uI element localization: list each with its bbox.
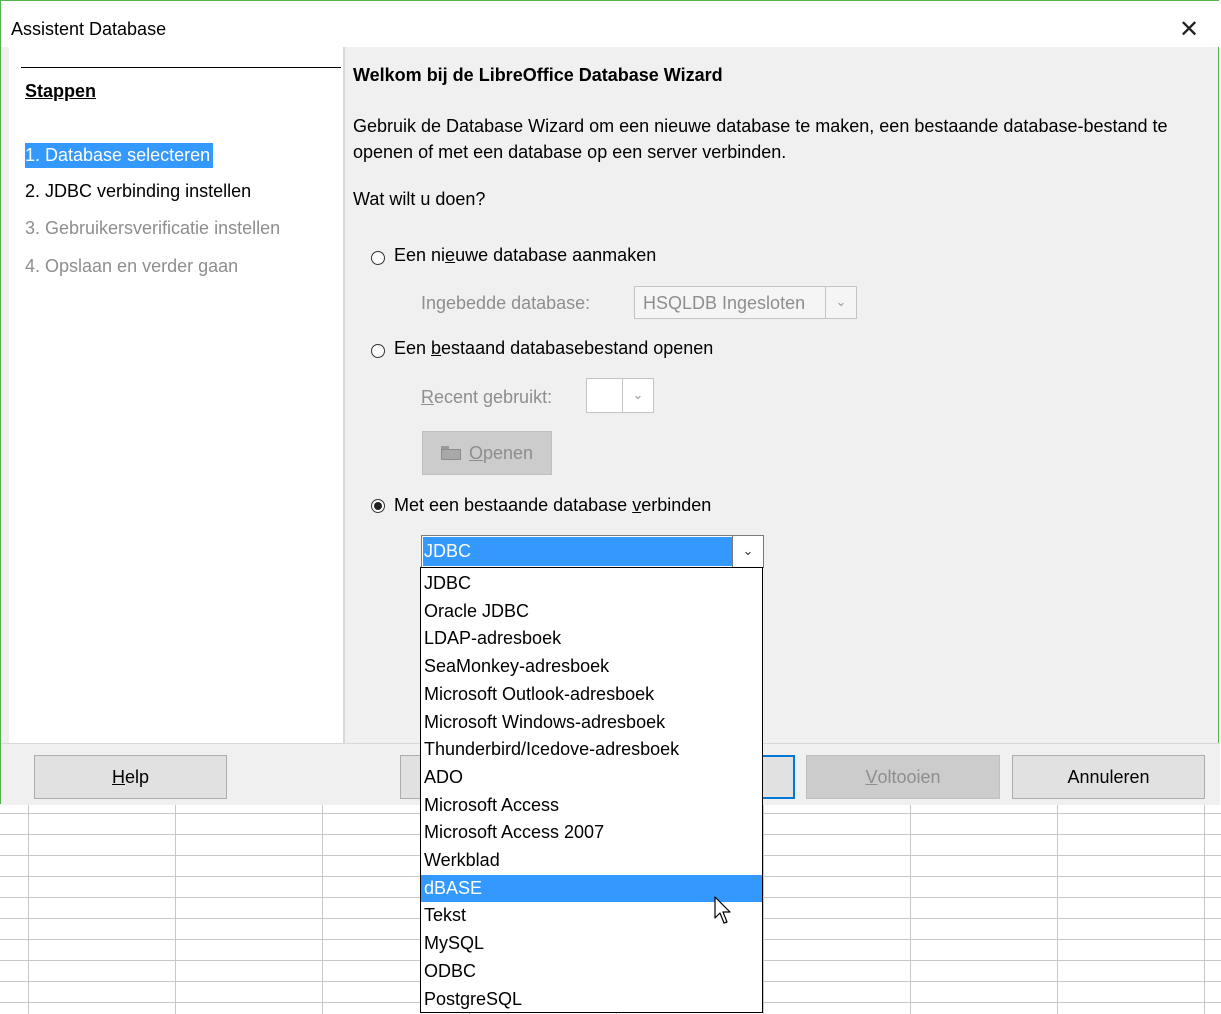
recent-used-label: Recent gebruikt: — [421, 387, 552, 408]
dropdown-option[interactable]: dBASE — [421, 874, 762, 903]
steps-divider — [21, 67, 341, 68]
dropdown-option[interactable]: Thunderbird/Icedove-adresboek — [421, 736, 762, 764]
embedded-database-value: HSQLDB Ingesloten — [643, 293, 806, 313]
dropdown-option[interactable]: ODBC — [421, 958, 762, 986]
open-button: Openen — [422, 431, 552, 475]
panel-divider — [343, 47, 345, 743]
chevron-down-icon[interactable]: ⌄ — [732, 536, 763, 567]
label-part: ecent gebruikt: — [434, 387, 553, 407]
radio-connect-existing-database-label[interactable]: Met een bestaande database verbinden — [394, 495, 711, 516]
dropdown-option[interactable]: Tekst — [421, 902, 762, 930]
step-gebruikersverificatie: 3. Gebruikersverificatie instellen — [25, 218, 281, 238]
label-mnemonic: e — [445, 245, 456, 265]
label-part: Een — [394, 338, 432, 358]
dropdown-option[interactable]: Microsoft Access — [421, 792, 762, 820]
recent-used-select: ⌄ — [586, 378, 654, 413]
radio-new-database-label[interactable]: Een nieuwe database aanmaken — [394, 245, 656, 266]
question-label: Wat wilt u doen? — [353, 189, 486, 209]
label-part: estaand databasebestand openen — [441, 338, 714, 358]
label-mnemonic: R — [421, 387, 434, 407]
dropdown-option[interactable]: PostgreSQL — [421, 986, 762, 1014]
intro-text: Gebruik de Database Wizard om een nieuwe… — [353, 116, 1168, 162]
step-database-selecteren[interactable]: 1. Database selecteren — [25, 143, 214, 168]
chevron-down-icon: ⌄ — [825, 287, 856, 318]
label-part: Een ni — [394, 245, 446, 265]
dropdown-option[interactable]: SeaMonkey-adresboek — [421, 653, 762, 681]
step-jdbc-verbinding[interactable]: 2. JDBC verbinding instellen — [25, 181, 251, 202]
dropdown-option[interactable]: Werkblad — [421, 847, 762, 875]
close-icon[interactable]: ✕ — [1167, 13, 1211, 45]
finish-button: Voltooien — [806, 755, 1000, 799]
steps-title: Stappen — [25, 81, 97, 101]
database-type-value: JDBC — [423, 537, 733, 566]
database-type-dropdown-list[interactable]: JDBC Oracle JDBC LDAP-adresboek SeaMonkey-a… — [420, 567, 763, 1013]
database-type-select[interactable]: JDBC ⌄ — [421, 535, 764, 568]
dropdown-option[interactable]: Microsoft Outlook-adresboek — [421, 681, 762, 709]
label-mnemonic: b — [431, 338, 442, 358]
step-opslaan: 4. Opslaan en verder gaan — [25, 256, 239, 276]
help-button[interactable]: Help — [34, 755, 227, 799]
label-part: erbinden — [641, 495, 712, 515]
window-title: Assistent Database — [11, 19, 167, 39]
dropdown-option[interactable]: MySQL — [421, 930, 762, 958]
radio-new-database[interactable] — [371, 251, 385, 265]
dropdown-option[interactable]: Microsoft Access 2007 — [421, 819, 762, 847]
label-part: Met een bestaande database — [394, 495, 633, 515]
dropdown-option[interactable]: JDBC — [421, 570, 762, 598]
dropdown-option[interactable]: Microsoft Windows-adresboek — [421, 709, 762, 737]
radio-connect-existing-database[interactable] — [371, 499, 385, 513]
cancel-button[interactable]: Annuleren — [1012, 755, 1205, 799]
label-mnemonic: v — [632, 495, 642, 515]
open-button-label: Openen — [468, 442, 534, 463]
page-heading: Welkom bij de LibreOffice Database Wizar… — [353, 65, 723, 85]
dropdown-option[interactable]: Oracle JDBC — [421, 598, 762, 626]
mouse-pointer-icon — [714, 896, 731, 924]
embedded-database-select: HSQLDB Ingesloten ⌄ — [634, 286, 857, 319]
radio-open-database-file[interactable] — [371, 344, 385, 358]
radio-open-database-file-label[interactable]: Een bestaand databasebestand openen — [394, 338, 713, 359]
dropdown-option[interactable]: ADO — [421, 764, 762, 792]
dropdown-option[interactable]: LDAP-adresboek — [421, 625, 762, 653]
title-bar: Assistent Database ✕ — [1, 1, 1220, 47]
embedded-database-label: Ingebedde database: — [421, 293, 591, 313]
chevron-down-icon: ⌄ — [622, 379, 653, 412]
label-part: uwe database aanmaken — [455, 245, 657, 265]
folder-icon — [440, 446, 461, 460]
